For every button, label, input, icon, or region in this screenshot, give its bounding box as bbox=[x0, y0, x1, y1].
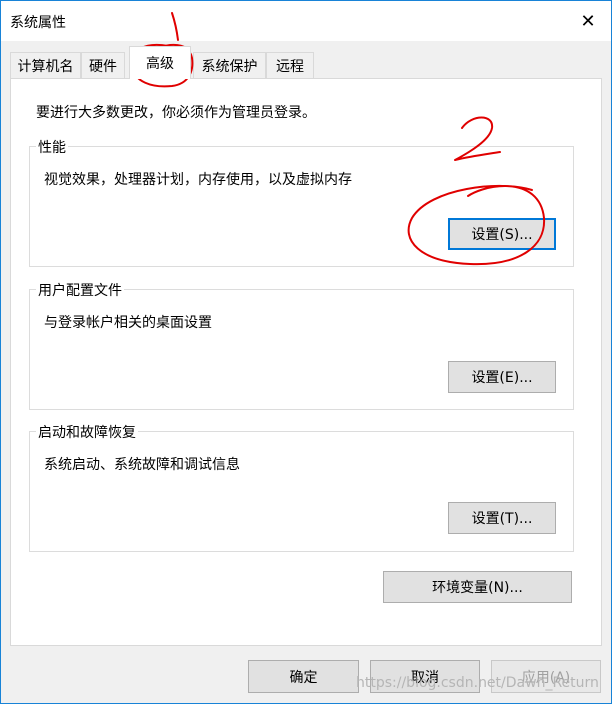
startup-recovery-group: 启动和故障恢复 系统启动、系统故障和调试信息 设置(T)... bbox=[29, 422, 574, 552]
close-button[interactable]: ✕ bbox=[565, 1, 611, 41]
startup-recovery-description: 系统启动、系统故障和调试信息 bbox=[44, 457, 240, 473]
title-bar: 系统属性 ✕ bbox=[1, 1, 611, 41]
watermark: https://blog.csdn.net/Dawn_Return bbox=[356, 675, 599, 691]
performance-description: 视觉效果，处理器计划，内存使用，以及虚拟内存 bbox=[44, 172, 352, 188]
admin-notice: 要进行大多数更改，你必须作为管理员登录。 bbox=[36, 105, 316, 121]
performance-group-title: 性能 bbox=[36, 137, 68, 157]
user-profiles-group: 用户配置文件 与登录帐户相关的桌面设置 设置(E)... bbox=[29, 280, 574, 410]
user-profiles-settings-button[interactable]: 设置(E)... bbox=[448, 361, 556, 393]
performance-settings-button[interactable]: 设置(S)... bbox=[448, 218, 556, 250]
tab-computer-name[interactable]: 计算机名 bbox=[10, 52, 81, 78]
user-profiles-group-title: 用户配置文件 bbox=[36, 280, 124, 300]
performance-group: 性能 视觉效果，处理器计划，内存使用，以及虚拟内存 设置(S)... bbox=[29, 137, 574, 267]
user-profiles-description: 与登录帐户相关的桌面设置 bbox=[44, 315, 212, 331]
startup-recovery-settings-button[interactable]: 设置(T)... bbox=[448, 502, 556, 534]
ok-button[interactable]: 确定 bbox=[248, 660, 359, 693]
close-icon: ✕ bbox=[580, 10, 596, 32]
window-title: 系统属性 bbox=[10, 15, 66, 31]
startup-recovery-group-title: 启动和故障恢复 bbox=[36, 422, 138, 442]
environment-variables-button[interactable]: 环境变量(N)... bbox=[383, 571, 572, 603]
tab-remote[interactable]: 远程 bbox=[266, 52, 314, 78]
tab-hardware[interactable]: 硬件 bbox=[81, 52, 125, 78]
tab-system-protection[interactable]: 系统保护 bbox=[193, 52, 266, 78]
tab-advanced[interactable]: 高级 bbox=[129, 46, 191, 79]
